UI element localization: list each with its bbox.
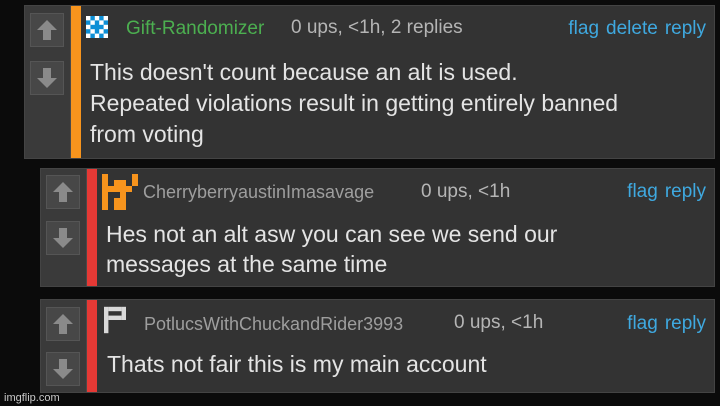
flag-link[interactable]: flag: [627, 181, 658, 202]
username-link[interactable]: CherryberryaustinImasavage: [143, 182, 374, 203]
vote-box: [41, 300, 87, 392]
comment-actions: flag delete reply: [561, 18, 706, 40]
downvote-arrow-icon: [37, 68, 57, 88]
upvote-button[interactable]: [30, 13, 64, 47]
upvote-button[interactable]: [46, 175, 80, 209]
comment-meta: 0 ups, <1h, 2 replies: [291, 17, 463, 38]
comment-body-line: This doesn't count because an alt is use…: [90, 59, 518, 85]
comment-actions: flag reply: [620, 181, 706, 203]
flag-link[interactable]: flag: [568, 18, 599, 39]
vote-box: [41, 169, 87, 286]
delete-link[interactable]: delete: [606, 18, 658, 39]
comment-potlucs: PotlucsWithChuckandRider3993 0 ups, <1h …: [40, 299, 715, 393]
comment-depth-bar: [87, 169, 97, 286]
comment-body-line: messages at the same time: [106, 251, 388, 277]
pixel-avatar-icon[interactable]: [86, 16, 108, 38]
upvote-arrow-icon: [53, 314, 73, 334]
downvote-arrow-icon: [53, 359, 73, 379]
comment-body-line: Thats not fair this is my main account: [107, 351, 487, 377]
flag-link[interactable]: flag: [627, 313, 658, 334]
comment-body-line: from voting: [90, 121, 204, 147]
upvote-button[interactable]: [46, 307, 80, 341]
upvote-arrow-icon: [37, 20, 57, 40]
vote-box: [25, 6, 71, 158]
downvote-button[interactable]: [30, 61, 64, 95]
reply-link[interactable]: reply: [665, 313, 706, 334]
pixel-avatar-icon[interactable]: [102, 174, 138, 210]
comment-depth-bar: [71, 6, 81, 158]
downvote-arrow-icon: [53, 228, 73, 248]
comment-body: This doesn't count because an alt is use…: [90, 57, 618, 150]
imgflip-watermark: imgflip.com: [4, 392, 60, 404]
username-link[interactable]: PotlucsWithChuckandRider3993: [144, 314, 403, 335]
comment-actions: flag reply: [620, 313, 706, 335]
comment-meta: 0 ups, <1h: [421, 181, 511, 202]
comment-cherryberry: CherryberryaustinImasavage 0 ups, <1h fl…: [40, 168, 715, 287]
reply-link[interactable]: reply: [665, 181, 706, 202]
username-link[interactable]: Gift-Randomizer: [126, 18, 264, 40]
comment-meta: 0 ups, <1h: [454, 312, 544, 333]
downvote-button[interactable]: [46, 221, 80, 255]
pixel-avatar-icon[interactable]: [104, 306, 126, 334]
comment-body: Thats not fair this is my main account: [107, 349, 487, 380]
comment-body: Hes not an alt asw you can see we send o…: [106, 219, 557, 279]
upvote-arrow-icon: [53, 182, 73, 202]
downvote-button[interactable]: [46, 352, 80, 386]
comment-body-line: Hes not an alt asw you can see we send o…: [106, 221, 558, 247]
reply-link[interactable]: reply: [665, 18, 706, 39]
comment-depth-bar: [87, 300, 97, 392]
comment-gift-randomizer: Gift-Randomizer 0 ups, <1h, 2 replies fl…: [24, 5, 715, 159]
comment-body-line: Repeated violations result in getting en…: [90, 90, 619, 116]
